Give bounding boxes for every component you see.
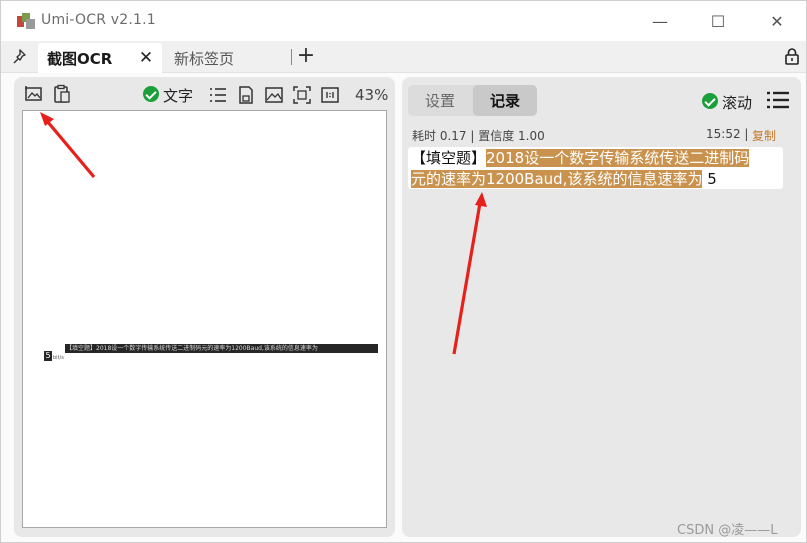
copy-link[interactable]: 复制 bbox=[752, 127, 776, 144]
window-title: Umi-OCR v2.1.1 bbox=[41, 12, 156, 28]
tab-bar: 截图OCR ✕ 新标签页 bbox=[1, 41, 806, 73]
fit-view-icon[interactable] bbox=[292, 85, 312, 105]
scroll-toggle-label[interactable]: 滚动 bbox=[722, 92, 752, 113]
tab-settings[interactable]: 设置 bbox=[408, 85, 472, 116]
text-toggle-label[interactable]: 文字 bbox=[163, 85, 193, 106]
paste-icon[interactable] bbox=[52, 84, 72, 104]
screenshot-preview[interactable]: 【填空题】2018设一个数字传输系统传送二进制码元的速率为1200Baud,该系… bbox=[22, 110, 387, 528]
save-icon[interactable] bbox=[236, 85, 256, 105]
tab-screenshot-ocr[interactable]: 截图OCR ✕ bbox=[38, 43, 162, 73]
screenshot-text-line: 【填空题】2018设一个数字传输系统传送二进制码元的速率为1200Baud,该系… bbox=[65, 344, 378, 353]
pin-icon[interactable] bbox=[11, 48, 29, 66]
tab-close-button[interactable]: ✕ bbox=[138, 49, 154, 67]
result-highlight-text: 2018设一个数字传输系统传送二进制码 bbox=[486, 149, 750, 167]
tab-records[interactable]: 记录 bbox=[473, 85, 537, 116]
minimize-button[interactable]: — bbox=[648, 9, 672, 33]
add-tab-button[interactable]: + bbox=[296, 45, 316, 67]
result-plain-text: 【填空题】 bbox=[411, 149, 487, 167]
tab-label: 截图OCR bbox=[47, 49, 113, 68]
lock-icon[interactable] bbox=[783, 47, 801, 65]
screenshot-icon[interactable] bbox=[24, 84, 44, 104]
record-time: 15:52 | bbox=[706, 127, 749, 141]
image-icon[interactable] bbox=[264, 85, 284, 105]
list-icon[interactable] bbox=[208, 85, 228, 105]
tab-new[interactable]: 新标签页 bbox=[166, 43, 291, 73]
screenshot-panel: 文字 43% 【填空题】2018设一个数字传输系统传送二进制码元的速率为1200… bbox=[14, 77, 395, 537]
watermark: CSDN @凌——L bbox=[677, 523, 778, 538]
scroll-toggle-check-icon[interactable] bbox=[702, 93, 718, 109]
tab-label: 新标签页 bbox=[174, 49, 235, 68]
close-window-button[interactable]: ✕ bbox=[765, 9, 789, 33]
tab-divider bbox=[291, 49, 292, 65]
menu-icon[interactable] bbox=[766, 90, 790, 110]
results-tab-switch: 设置 记录 bbox=[408, 85, 537, 116]
text-toggle-check-icon[interactable] bbox=[143, 86, 159, 102]
screenshot-answer: 5 bbox=[44, 351, 52, 361]
screenshot-small-text: bit/s bbox=[53, 355, 64, 361]
zoom-level: 43% bbox=[355, 86, 389, 104]
results-panel: 设置 记录 滚动 耗时 0.17 | 置信度 1.00 15:52 | 复制 【… bbox=[402, 77, 801, 537]
ocr-result-text[interactable]: 【填空题】2018设一个数字传输系统传送二进制码 元的速率为1200Baud,该… bbox=[408, 147, 783, 189]
result-line-2: 元的速率为1200Baud,该系统的信息速率为 5 bbox=[411, 169, 717, 189]
app-window: Umi-OCR v2.1.1 — ☐ ✕ 截图OCR ✕ 新标签页 + 文字 4… bbox=[0, 0, 807, 543]
result-plain-text: 5 bbox=[707, 170, 717, 188]
title-bar: Umi-OCR v2.1.1 — ☐ ✕ bbox=[1, 1, 806, 41]
result-highlight-text: 元的速率为1200Baud,该系统的信息速率为 bbox=[411, 170, 703, 188]
maximize-button[interactable]: ☐ bbox=[706, 9, 730, 33]
app-logo-icon bbox=[17, 13, 35, 29]
result-line-1: 【填空题】2018设一个数字传输系统传送二进制码 bbox=[411, 148, 750, 168]
record-meta: 耗时 0.17 | 置信度 1.00 bbox=[412, 129, 545, 143]
original-size-icon[interactable] bbox=[320, 85, 340, 105]
